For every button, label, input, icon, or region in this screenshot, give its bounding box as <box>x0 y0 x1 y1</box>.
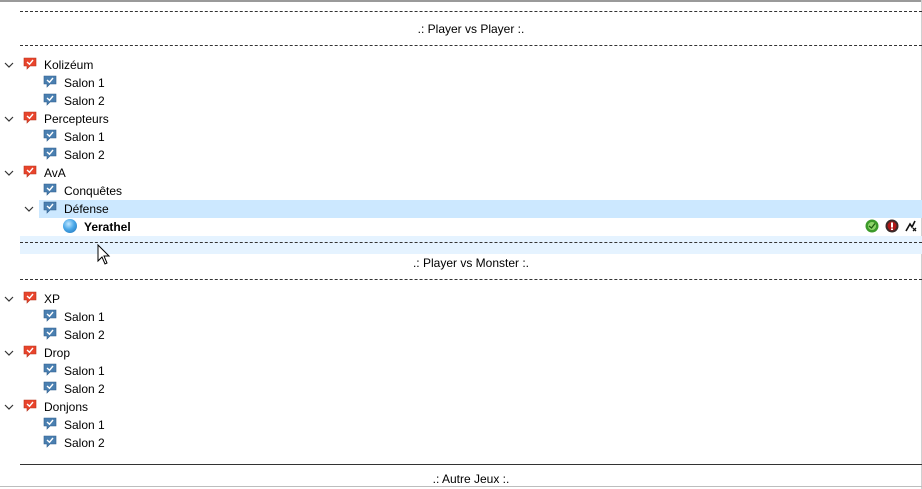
channel-percepteurs-salon1[interactable]: Salon 1 <box>0 128 922 146</box>
channel-label: Salon 2 <box>64 436 105 450</box>
chevron-down-icon[interactable] <box>3 59 15 71</box>
channel-label: Défense <box>64 202 109 216</box>
blue-channel-icon <box>43 417 57 431</box>
channel-label: Kolizéum <box>44 58 94 72</box>
red-channel-icon <box>23 399 37 413</box>
spacer-title: .: Player vs Monster :. <box>412 256 530 270</box>
blue-channel-icon <box>43 435 57 449</box>
spacer-title: .: Autre Jeux :. <box>432 472 510 486</box>
chevron-down-icon[interactable] <box>3 347 15 359</box>
spacer-line <box>20 45 922 46</box>
channel-ava-conquetes[interactable]: Conquêtes <box>0 182 922 200</box>
chevron-down-icon[interactable] <box>3 401 15 413</box>
client-name: Yerathel <box>84 220 131 234</box>
channel-ava-defense[interactable] <box>39 200 922 218</box>
channel-label: Salon 2 <box>64 328 105 342</box>
spacer-title: .: Player vs Player :. <box>417 22 525 36</box>
channel-label: Salon 2 <box>64 148 105 162</box>
channel-donjons-salon1[interactable]: Salon 1 <box>0 416 922 434</box>
blue-channel-icon <box>43 129 57 143</box>
channel-xp-salon1[interactable]: Salon 1 <box>0 308 922 326</box>
red-channel-icon <box>23 345 37 359</box>
channel-drop-salon1[interactable]: Salon 1 <box>0 362 922 380</box>
blue-channel-icon <box>43 201 57 215</box>
channel-label: Salon 2 <box>64 94 105 108</box>
channel-drop-salon2[interactable]: Salon 2 <box>0 380 922 398</box>
spacer-line <box>20 279 922 280</box>
channel-kolizeum-salon2[interactable]: Salon 2 <box>0 92 922 110</box>
channel-ava[interactable]: AvA <box>0 164 922 182</box>
channel-label: AvA <box>44 166 66 180</box>
blue-channel-icon <box>43 93 57 107</box>
away-icon <box>904 219 918 233</box>
blue-channel-icon <box>43 381 57 395</box>
channel-label: Salon 1 <box>64 130 105 144</box>
channel-label: Salon 1 <box>64 364 105 378</box>
channel-label: Salon 1 <box>64 418 105 432</box>
muted-icon <box>885 219 899 233</box>
bottom-border <box>0 486 922 487</box>
chevron-down-icon[interactable] <box>3 167 15 179</box>
channel-xp-salon2[interactable]: Salon 2 <box>0 326 922 344</box>
channel-percepteurs-salon2[interactable]: Salon 2 <box>0 146 922 164</box>
channel-label: Conquêtes <box>64 184 123 198</box>
channel-kolizeum-salon1[interactable]: Salon 1 <box>0 74 922 92</box>
channel-label: Salon 1 <box>64 76 105 90</box>
chevron-down-icon[interactable] <box>3 113 15 125</box>
channel-donjons[interactable]: Donjons <box>0 398 922 416</box>
channel-kolizeum[interactable]: Kolizéum <box>0 56 922 74</box>
blue-channel-icon <box>43 309 57 323</box>
blue-channel-icon <box>43 327 57 341</box>
chevron-down-icon[interactable] <box>23 203 35 215</box>
channel-label: Salon 1 <box>64 310 105 324</box>
recording-icon <box>865 219 879 233</box>
spacer-pvm[interactable]: .: Player vs Monster :. <box>20 242 922 280</box>
blue-channel-icon <box>43 147 57 161</box>
spacer-pvp[interactable]: .: Player vs Player :. <box>20 9 922 46</box>
chevron-down-icon[interactable] <box>3 293 15 305</box>
spacer-line <box>20 11 922 12</box>
red-channel-icon <box>23 165 37 179</box>
channel-donjons-salon2[interactable]: Salon 2 <box>0 434 922 452</box>
red-channel-icon <box>23 291 37 305</box>
channel-label: Drop <box>44 346 71 360</box>
blue-channel-icon <box>43 183 57 197</box>
spacer-line <box>20 464 922 465</box>
red-channel-icon <box>23 57 37 71</box>
spacer-line <box>20 242 922 243</box>
blue-channel-icon <box>43 75 57 89</box>
channel-label: Donjons <box>44 400 89 414</box>
top-border <box>0 0 922 2</box>
red-channel-icon <box>23 111 37 125</box>
channel-label: XP <box>44 292 61 306</box>
blue-channel-icon <box>43 363 57 377</box>
channel-label: Salon 2 <box>64 382 105 396</box>
client-yerathel[interactable]: Yerathel <box>0 218 922 236</box>
channel-percepteurs[interactable]: Percepteurs <box>0 110 922 128</box>
channel-drop[interactable]: Drop <box>0 344 922 362</box>
mouse-cursor-icon <box>97 243 111 266</box>
channel-label: Percepteurs <box>44 112 109 126</box>
channel-xp[interactable]: XP <box>0 290 922 308</box>
user-ball-icon <box>63 219 77 233</box>
